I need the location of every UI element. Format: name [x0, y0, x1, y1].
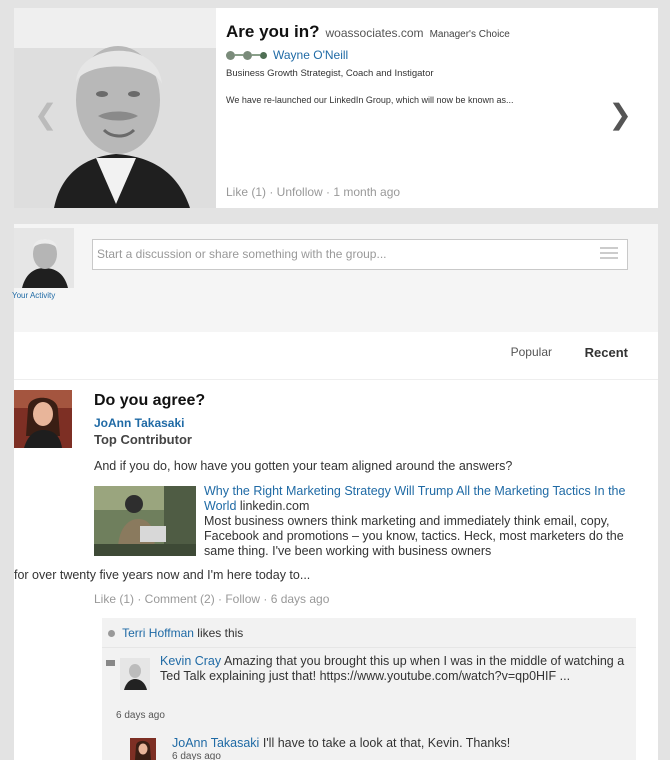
- featured-site: woassociates.com: [325, 26, 424, 40]
- sort-tabs: Popular Recent: [14, 332, 658, 380]
- featured-meta-actions[interactable]: Like (1) · Unfollow · 1 month ago: [226, 185, 400, 199]
- managers-choice-label: Manager's Choice: [429, 29, 510, 40]
- comment-body: Amazing that you brought this up when I …: [160, 654, 625, 683]
- comment-bubble-icon: [106, 660, 115, 666]
- avatar-image: [14, 228, 74, 288]
- post-author-avatar[interactable]: [14, 390, 72, 448]
- commenter-name-link[interactable]: Kevin Cray: [160, 654, 221, 668]
- liker-name-link[interactable]: Terri Hoffman: [122, 626, 194, 640]
- likes-row: Terri Hoffman likes this: [102, 618, 636, 648]
- like-icon: [108, 630, 115, 638]
- post-question: And if you do, how have you gotten your …: [94, 459, 513, 473]
- shared-link-thumbnail[interactable]: [94, 486, 196, 556]
- top-contributor-badge: Top Contributor: [94, 432, 192, 447]
- featured-author-headline: Business Growth Strategist, Coach and In…: [226, 68, 434, 79]
- shared-link-source: linkedin.com: [239, 499, 310, 513]
- featured-teaser[interactable]: We have re-launched our LinkedIn Group, …: [226, 95, 606, 105]
- discussion-post: Do you agree? JoAnn Takasaki Top Contrib…: [14, 380, 658, 760]
- woman-avatar-image: [130, 738, 156, 760]
- reply-author-link[interactable]: JoAnn Takasaki: [172, 736, 259, 750]
- reply-text: JoAnn Takasaki I'll have to take a look …: [172, 736, 510, 750]
- expand-composer-icon[interactable]: [600, 247, 618, 262]
- post-title[interactable]: Do you agree?: [94, 392, 650, 410]
- group-connection-icon: [226, 50, 267, 60]
- likes-suffix: likes this: [197, 626, 244, 640]
- featured-author-link[interactable]: Wayne O'Neill: [273, 48, 348, 62]
- shared-link-summary: Most business owners think marketing and…: [204, 514, 624, 558]
- your-activity-link[interactable]: Your Activity: [12, 288, 56, 303]
- tab-popular[interactable]: Popular: [511, 345, 552, 359]
- featured-discussion-card[interactable]: ❮ ❯ Are you in? woassociates.com Manager…: [14, 8, 658, 208]
- reply-item: JoAnn Takasaki I'll have to take a look …: [102, 728, 636, 760]
- woman-portrait-image: [14, 390, 72, 448]
- post-actions[interactable]: Like (1) · Comment (2) · Follow · 6 days…: [94, 592, 329, 606]
- next-arrow-icon[interactable]: ❯: [609, 98, 632, 131]
- reply-timestamp: 6 days ago: [172, 751, 221, 760]
- laptop-photo-image: [94, 486, 196, 556]
- shared-link-summary-continued: for over twenty five years now and I'm h…: [14, 568, 311, 582]
- reply-author-avatar[interactable]: [130, 738, 156, 760]
- my-avatar[interactable]: [14, 228, 74, 288]
- tab-recent[interactable]: Recent: [585, 345, 628, 360]
- man-avatar-image: [120, 658, 150, 690]
- social-activity: Terri Hoffman likes this Kevin Cray Amaz…: [102, 618, 636, 760]
- shared-link-card: Why the Right Marketing Strategy Will Tr…: [14, 484, 650, 582]
- comment-text: Kevin Cray Amazing that you brought this…: [160, 654, 630, 684]
- reply-body: I'll have to take a look at that, Kevin.…: [262, 736, 511, 750]
- shared-link-title[interactable]: Why the Right Marketing Strategy Will Tr…: [204, 484, 650, 514]
- previous-arrow-icon[interactable]: ❮: [34, 98, 57, 131]
- featured-title[interactable]: Are you in?: [226, 22, 320, 42]
- comment-item: Kevin Cray Amazing that you brought this…: [102, 648, 636, 728]
- post-author-link[interactable]: JoAnn Takasaki: [94, 416, 650, 430]
- discussion-composer: Your Activity Start a discussion or shar…: [12, 224, 658, 332]
- commenter-avatar[interactable]: [120, 658, 150, 690]
- comment-timestamp: 6 days ago: [116, 710, 165, 721]
- discussion-input[interactable]: Start a discussion or share something wi…: [92, 239, 628, 270]
